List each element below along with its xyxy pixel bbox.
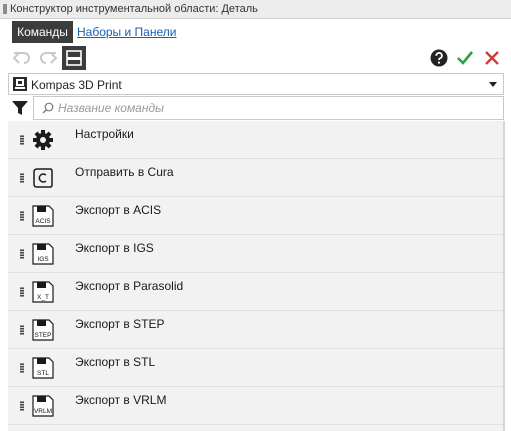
search-input[interactable] xyxy=(58,99,498,117)
tab-commands[interactable]: Команды xyxy=(12,21,73,43)
command-label: Экспорт в ACIS xyxy=(75,203,162,217)
drag-handle-icon[interactable] xyxy=(20,249,24,259)
save-file-icon: STEP xyxy=(32,319,54,341)
list-item[interactable]: Настройки xyxy=(8,121,504,159)
list-item[interactable]: IGS Экспорт в IGS xyxy=(8,235,504,273)
tab-sets-and-panels[interactable]: Наборы и Панели xyxy=(77,25,176,39)
kompas-3d-print-icon xyxy=(13,77,27,91)
drag-handle-icon[interactable] xyxy=(20,363,24,373)
tab-bar: Команды Наборы и Панели xyxy=(0,19,511,44)
panel-title-bar[interactable]: Конструктор инструментальной области: Де… xyxy=(0,0,511,19)
check-icon[interactable] xyxy=(456,49,474,67)
list-item[interactable]: VRLM Экспорт в VRLM xyxy=(8,387,504,425)
toolbar xyxy=(0,44,511,72)
file-format-tag: X_T xyxy=(37,294,49,301)
command-label: Отправить в Cura xyxy=(75,165,174,179)
drag-handle-icon[interactable] xyxy=(20,401,24,411)
search-icon xyxy=(42,102,54,114)
panel-title: Конструктор инструментальной области: Де… xyxy=(10,3,258,15)
command-label: Экспорт в STL xyxy=(75,355,156,369)
profile-select-value: Kompas 3D Print xyxy=(31,78,122,92)
drag-handle-icon[interactable] xyxy=(20,173,24,183)
filter-button[interactable] xyxy=(8,96,32,120)
gear-icon xyxy=(33,130,53,150)
chevron-down-icon[interactable] xyxy=(489,82,497,87)
file-format-tag: STL xyxy=(37,370,49,377)
list-item[interactable]: STL Экспорт в STL xyxy=(8,349,504,387)
command-label: Экспорт в IGS xyxy=(75,241,154,255)
drag-handle-icon[interactable] xyxy=(20,211,24,221)
cura-icon xyxy=(33,168,53,188)
save-file-icon: VRLM xyxy=(32,395,54,417)
drag-handle-icon[interactable] xyxy=(20,287,24,297)
drag-handle-icon[interactable] xyxy=(20,135,24,145)
save-file-icon: ACIS xyxy=(32,205,54,227)
undo-arrow-icon[interactable] xyxy=(11,47,33,69)
list-item[interactable]: STEP Экспорт в STEP xyxy=(8,311,504,349)
file-format-tag: STEP xyxy=(35,332,52,339)
file-format-tag: VRLM xyxy=(34,408,52,415)
panel-layout-icon[interactable] xyxy=(62,46,86,70)
save-file-icon: STL xyxy=(32,357,54,379)
save-file-icon: IGS xyxy=(32,243,54,265)
list-item[interactable]: X_T Экспорт в Parasolid xyxy=(8,273,504,311)
scrollbar[interactable] xyxy=(503,121,505,431)
profile-select[interactable]: Kompas 3D Print xyxy=(8,73,504,95)
search-field[interactable] xyxy=(33,96,504,120)
filter-funnel-icon xyxy=(12,101,28,115)
save-file-icon: X_T xyxy=(32,281,54,303)
command-label: Экспорт в VRLM xyxy=(75,393,167,407)
file-format-tag: IGS xyxy=(37,256,49,263)
close-x-icon[interactable] xyxy=(483,49,501,67)
command-label: Настройки xyxy=(75,127,134,141)
file-format-tag: ACIS xyxy=(35,218,51,225)
title-grip-icon[interactable] xyxy=(3,4,7,14)
list-item[interactable]: ACIS Экспорт в ACIS xyxy=(8,197,504,235)
search-row xyxy=(8,96,504,120)
command-label: Экспорт в STEP xyxy=(75,317,165,331)
command-list: Настройки Отправить в Cura ACIS Экспорт … xyxy=(8,121,504,431)
question-circle-icon[interactable] xyxy=(430,49,448,67)
list-item[interactable]: Отправить в Cura xyxy=(8,159,504,197)
command-label: Экспорт в Parasolid xyxy=(75,279,184,293)
drag-handle-icon[interactable] xyxy=(20,325,24,335)
redo-arrow-icon[interactable] xyxy=(37,47,59,69)
